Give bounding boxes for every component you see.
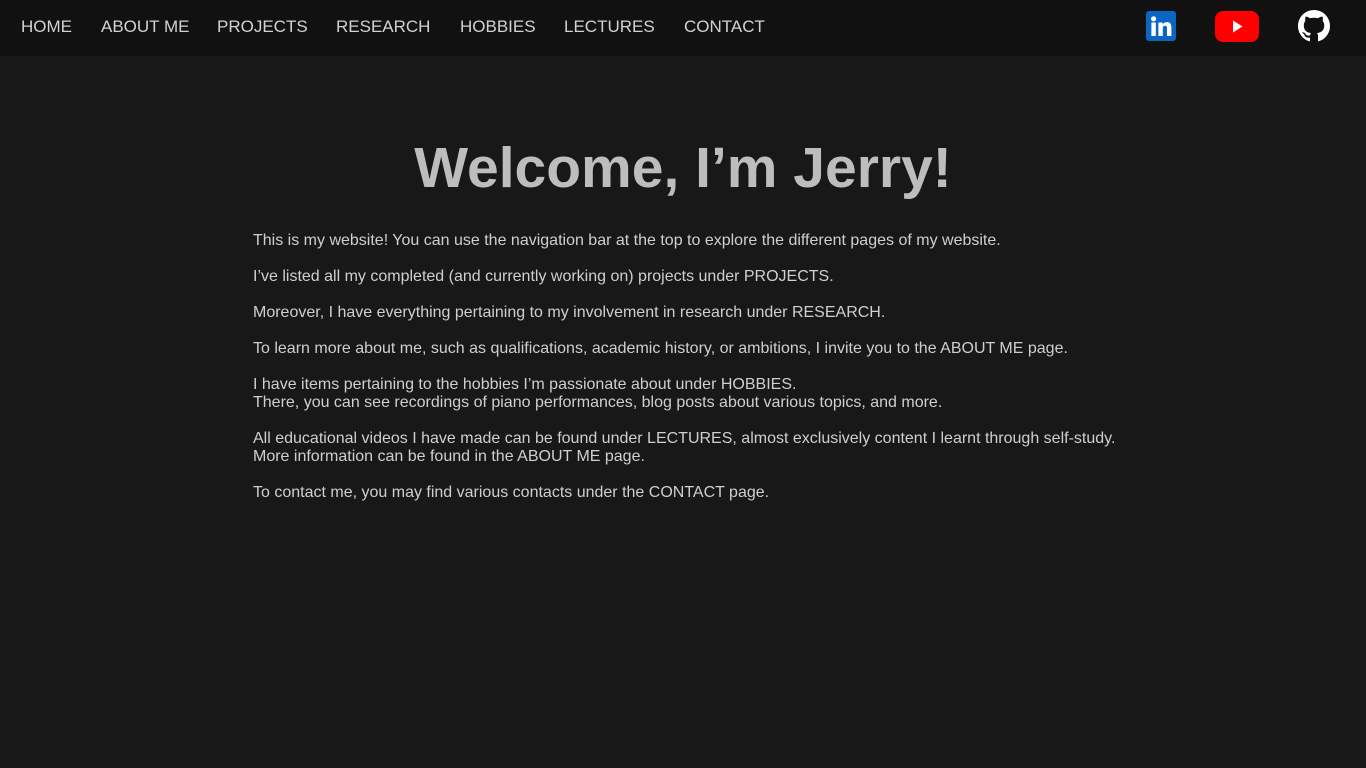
- paragraph-line: All educational videos I have made can b…: [253, 430, 1116, 447]
- projects-paragraph: I’ve listed all my completed (and curren…: [253, 268, 1153, 286]
- hobbies-paragraph: I have items pertaining to the hobbies I…: [253, 376, 1153, 412]
- paragraph-line: I have items pertaining to the hobbies I…: [253, 376, 797, 393]
- paragraph-line: More information can be found in the ABO…: [253, 448, 645, 465]
- nav-projects-link[interactable]: PROJECTS: [217, 17, 308, 37]
- paragraph-line: I’ve listed all my completed (and curren…: [253, 268, 834, 285]
- nav-hobbies-link[interactable]: HOBBIES: [460, 17, 536, 37]
- lectures-paragraph: All educational videos I have made can b…: [253, 430, 1153, 466]
- youtube-link[interactable]: [1215, 11, 1259, 42]
- navbar: HOME ABOUT ME PROJECTS RESEARCH HOBBIES …: [0, 0, 1366, 56]
- about-me-paragraph: To learn more about me, such as qualific…: [253, 340, 1153, 358]
- paragraph-line: To learn more about me, such as qualific…: [253, 340, 1068, 357]
- page-title: Welcome, I’m Jerry!: [414, 136, 952, 200]
- paragraph-line: Moreover, I have everything pertaining t…: [253, 304, 886, 321]
- paragraph-line: There, you can see recordings of piano p…: [253, 394, 943, 411]
- linkedin-link[interactable]: [1146, 11, 1176, 41]
- intro-paragraph: This is my website! You can use the navi…: [253, 232, 1153, 250]
- research-paragraph: Moreover, I have everything pertaining t…: [253, 304, 1153, 322]
- nav-lectures-link[interactable]: LECTURES: [564, 17, 655, 37]
- paragraph-line: This is my website! You can use the navi…: [253, 232, 1001, 249]
- linkedin-icon: [1146, 11, 1176, 41]
- paragraph-line: To contact me, you may find various cont…: [253, 484, 770, 501]
- nav-research-link[interactable]: RESEARCH: [336, 17, 430, 37]
- nav-about-me-link[interactable]: ABOUT ME: [101, 17, 189, 37]
- contact-paragraph: To contact me, you may find various cont…: [253, 484, 1153, 502]
- youtube-icon: [1215, 11, 1259, 42]
- github-icon: [1298, 10, 1330, 42]
- nav-home-link[interactable]: HOME: [21, 17, 72, 37]
- github-link[interactable]: [1298, 10, 1330, 42]
- nav-contact-link[interactable]: CONTACT: [684, 17, 765, 37]
